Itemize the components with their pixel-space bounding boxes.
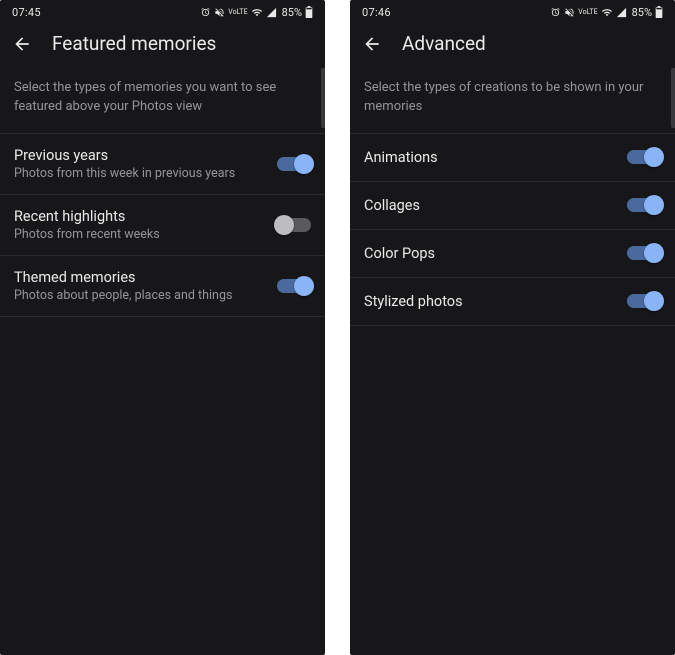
scrollbar[interactable]: [321, 68, 325, 128]
mute-icon: [564, 7, 575, 18]
network-label: VoLTE: [228, 9, 247, 16]
status-time: 07:45: [12, 6, 41, 19]
toggle-collages[interactable]: [627, 198, 661, 212]
setting-title: Color Pops: [364, 245, 619, 262]
setting-subtitle: Photos from recent weeks: [14, 227, 269, 242]
battery-percent: 85%: [632, 6, 652, 19]
toggle-color-pops[interactable]: [627, 246, 661, 260]
wifi-icon: [601, 7, 613, 18]
setting-recent-highlights[interactable]: Recent highlights Photos from recent wee…: [0, 195, 325, 256]
back-button[interactable]: [362, 34, 382, 54]
network-label: VoLTE: [578, 9, 597, 16]
battery-icon: [305, 6, 313, 18]
back-button[interactable]: [12, 34, 32, 54]
setting-stylized-photos[interactable]: Stylized photos: [350, 278, 675, 326]
setting-text: Collages: [364, 197, 627, 214]
setting-text: Color Pops: [364, 245, 627, 262]
status-icons: VoLTE 85%: [200, 6, 313, 19]
arrow-left-icon: [12, 34, 32, 54]
setting-text: Themed memories Photos about people, pla…: [14, 269, 277, 303]
setting-animations[interactable]: Animations: [350, 134, 675, 182]
phone-screen-left: 07:45 VoLTE 85% Featured memories Select…: [0, 0, 325, 655]
setting-text: Stylized photos: [364, 293, 627, 310]
setting-title: Animations: [364, 149, 619, 166]
scrollbar[interactable]: [671, 68, 675, 128]
setting-title: Stylized photos: [364, 293, 619, 310]
page-header: Featured memories: [0, 22, 325, 69]
setting-subtitle: Photos from this week in previous years: [14, 166, 269, 181]
setting-collages[interactable]: Collages: [350, 182, 675, 230]
status-bar: 07:45 VoLTE 85%: [0, 0, 325, 22]
settings-list: Animations Collages Color Pops Stylized …: [350, 133, 675, 326]
setting-title: Recent highlights: [14, 208, 269, 225]
page-description: Select the types of creations to be show…: [350, 69, 675, 133]
signal-icon: [266, 7, 277, 18]
status-time: 07:46: [362, 6, 391, 19]
arrow-left-icon: [362, 34, 382, 54]
settings-list: Previous years Photos from this week in …: [0, 133, 325, 317]
mute-icon: [214, 7, 225, 18]
status-icons: VoLTE 85%: [550, 6, 663, 19]
setting-text: Animations: [364, 149, 627, 166]
signal-icon: [616, 7, 627, 18]
page-title: Featured memories: [52, 32, 216, 55]
setting-color-pops[interactable]: Color Pops: [350, 230, 675, 278]
toggle-previous-years[interactable]: [277, 157, 311, 171]
setting-text: Recent highlights Photos from recent wee…: [14, 208, 277, 242]
battery-percent: 85%: [282, 6, 302, 19]
page-description: Select the types of memories you want to…: [0, 69, 325, 133]
setting-text: Previous years Photos from this week in …: [14, 147, 277, 181]
battery-icon: [655, 6, 663, 18]
wifi-icon: [251, 7, 263, 18]
toggle-stylized-photos[interactable]: [627, 294, 661, 308]
phone-screen-right: 07:46 VoLTE 85% Advanced Select the type…: [350, 0, 675, 655]
alarm-icon: [550, 7, 561, 18]
setting-title: Collages: [364, 197, 619, 214]
setting-previous-years[interactable]: Previous years Photos from this week in …: [0, 134, 325, 195]
setting-title: Previous years: [14, 147, 269, 164]
page-title: Advanced: [402, 32, 486, 55]
toggle-themed-memories[interactable]: [277, 279, 311, 293]
page-header: Advanced: [350, 22, 675, 69]
toggle-animations[interactable]: [627, 150, 661, 164]
status-bar: 07:46 VoLTE 85%: [350, 0, 675, 22]
setting-subtitle: Photos about people, places and things: [14, 288, 269, 303]
alarm-icon: [200, 7, 211, 18]
toggle-recent-highlights[interactable]: [277, 218, 311, 232]
setting-title: Themed memories: [14, 269, 269, 286]
setting-themed-memories[interactable]: Themed memories Photos about people, pla…: [0, 256, 325, 317]
